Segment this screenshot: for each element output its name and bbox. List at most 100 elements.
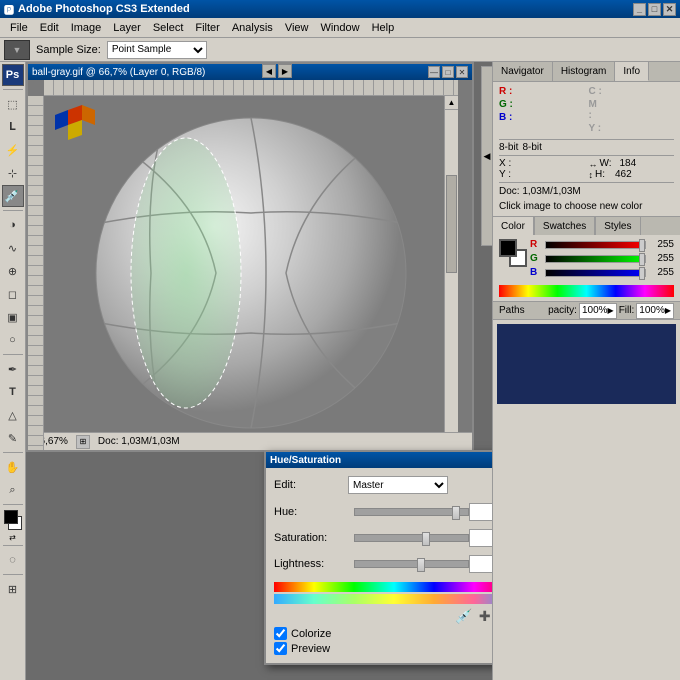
menu-filter[interactable]: Filter	[189, 20, 225, 36]
hue-slider-thumb[interactable]	[452, 506, 460, 520]
tool-crop[interactable]: ⊹	[2, 162, 24, 184]
tool-spot-heal[interactable]: ◑	[2, 214, 24, 236]
r-slider-value: 255	[649, 239, 674, 250]
b-slider-track[interactable]	[545, 269, 646, 277]
hue-slider-area[interactable]	[354, 502, 469, 522]
swap-default-colors[interactable]: ⇄	[9, 533, 16, 542]
opacity-arrow[interactable]: ▶	[608, 306, 614, 315]
tool-eyedropper[interactable]: 💉	[2, 185, 24, 207]
edit-label: Edit:	[274, 479, 344, 491]
doc-minimize[interactable]: —	[428, 66, 440, 78]
lightness-input[interactable]: +20	[469, 555, 492, 573]
light-slider-thumb[interactable]	[417, 558, 425, 572]
light-slider-track[interactable]	[354, 560, 469, 568]
menu-view[interactable]: View	[279, 20, 315, 36]
app-icon: 🅿	[4, 2, 14, 17]
tool-notes[interactable]: ✎	[2, 427, 24, 449]
doc-maximize[interactable]: □	[442, 66, 454, 78]
tool-quickmask[interactable]: ◌	[2, 549, 24, 571]
menu-window[interactable]: Window	[314, 20, 365, 36]
colorize-checkbox[interactable]	[274, 627, 287, 640]
dialog-edit-row: Edit: Master Reds Yellows Greens Cyans B…	[274, 476, 492, 494]
histogram-tab[interactable]: Histogram	[553, 62, 616, 81]
menu-file[interactable]: File	[4, 20, 34, 36]
menu-image[interactable]: Image	[65, 20, 108, 36]
color-bar-bottom	[274, 594, 492, 604]
color-tab[interactable]: Color	[493, 217, 534, 235]
hue-input[interactable]: 120	[469, 503, 492, 521]
zoom-icon[interactable]: ⊞	[76, 435, 90, 449]
tool-shape[interactable]: △	[2, 404, 24, 426]
panel-toggle[interactable]: ◀	[481, 66, 493, 246]
scroll-thumb[interactable]	[446, 175, 457, 273]
fill-value: 100%	[639, 305, 665, 316]
tool-clone[interactable]: ⊕	[2, 260, 24, 282]
document-window: ball-gray.gif @ 66,7% (Layer 0, RGB/8) —…	[26, 62, 474, 452]
tool-zoom[interactable]: ⌕	[2, 479, 24, 501]
preview-row: Preview	[274, 642, 492, 655]
color-panel: Color Swatches Styles R	[493, 216, 680, 301]
g-slider-thumb[interactable]	[639, 253, 645, 266]
g-slider-row: G 255	[530, 253, 674, 264]
doc-close[interactable]: ✕	[456, 66, 468, 78]
tool-brush[interactable]: ∿	[2, 237, 24, 259]
b-slider-thumb[interactable]	[639, 267, 645, 280]
saturation-input[interactable]: 40	[469, 529, 492, 547]
tool-screen-mode[interactable]: ⊞	[2, 578, 24, 600]
document-title: ball-gray.gif @ 66,7% (Layer 0, RGB/8)	[32, 67, 205, 78]
info-right: C : M : Y :	[589, 86, 675, 136]
tool-dodge[interactable]: ○	[2, 329, 24, 351]
menu-analysis[interactable]: Analysis	[226, 20, 279, 36]
tool-gradient[interactable]: ▣	[2, 306, 24, 328]
menu-help[interactable]: Help	[366, 20, 401, 36]
close-button[interactable]: ✕	[663, 3, 676, 16]
scroll-up-btn[interactable]: ▲	[445, 96, 458, 110]
r-slider-label: R	[530, 239, 542, 250]
fill-input-area[interactable]: 100% ▶	[636, 303, 674, 319]
preview-checkbox[interactable]	[274, 642, 287, 655]
volleyball-svg	[71, 103, 431, 443]
g-slider-track[interactable]	[545, 255, 646, 263]
fg-swatch[interactable]	[499, 239, 517, 257]
sat-slider-thumb[interactable]	[422, 532, 430, 546]
eyedropper-icon[interactable]: 💉	[455, 608, 472, 625]
swatches-tab[interactable]: Swatches	[535, 217, 595, 235]
maximize-button[interactable]: □	[648, 3, 661, 16]
dialog-body: Edit: Master Reds Yellows Greens Cyans B…	[266, 468, 492, 663]
sat-slider-area[interactable]	[354, 528, 469, 548]
fill-arrow[interactable]: ▶	[665, 306, 671, 315]
tool-marquee[interactable]: ⬚	[2, 93, 24, 115]
tool-quick-select[interactable]: ⚡	[2, 139, 24, 161]
menu-layer[interactable]: Layer	[107, 20, 147, 36]
styles-tab[interactable]: Styles	[596, 217, 640, 235]
panel-collapse-btn[interactable]: ◀	[262, 64, 276, 78]
choose-color-text: Click image to choose new color	[499, 197, 674, 212]
tool-eraser[interactable]: ◻	[2, 283, 24, 305]
tool-type[interactable]: T	[2, 381, 24, 403]
sat-slider-track[interactable]	[354, 534, 469, 542]
menu-select[interactable]: Select	[147, 20, 190, 36]
panel-expand-btn[interactable]: ▶	[278, 64, 292, 78]
document-statusbar: 66,67% ⊞ Doc: 1,03M/1,03M	[28, 432, 472, 450]
scrollbar-vertical[interactable]: ▲ ▼	[444, 96, 458, 450]
navigator-tab[interactable]: Navigator	[493, 62, 553, 81]
edit-dropdown[interactable]: Master Reds Yellows Greens Cyans Blues M…	[348, 476, 448, 494]
opacity-input-area[interactable]: 100% ▶	[579, 303, 617, 319]
r-slider-track[interactable]	[545, 241, 646, 249]
canvas-content[interactable]: ▲ ▼ ◀ ▶	[44, 96, 458, 450]
menu-edit[interactable]: Edit	[34, 20, 65, 36]
tool-pen[interactable]: ✒	[2, 358, 24, 380]
tool-preset-picker[interactable]: ▼	[4, 40, 30, 60]
sample-size-select[interactable]: Point Sample 3 by 3 Average 5 by 5 Avera…	[107, 41, 207, 59]
tool-lasso[interactable]: 𝐋	[2, 116, 24, 138]
light-slider-area[interactable]	[354, 554, 469, 574]
color-swatches[interactable]	[2, 508, 24, 532]
eyedropper-plus-icon[interactable]: ✚	[479, 608, 491, 625]
minimize-button[interactable]: _	[633, 3, 646, 16]
canvas-area[interactable]: ▲ ▼ ◀ ▶ 6	[28, 80, 472, 450]
info-tab[interactable]: Info	[615, 62, 649, 81]
hue-slider-track[interactable]	[354, 508, 469, 516]
tool-hand[interactable]: ✋	[2, 456, 24, 478]
r-slider-thumb[interactable]	[639, 239, 645, 252]
document-titlebar: ball-gray.gif @ 66,7% (Layer 0, RGB/8) —…	[28, 64, 472, 80]
